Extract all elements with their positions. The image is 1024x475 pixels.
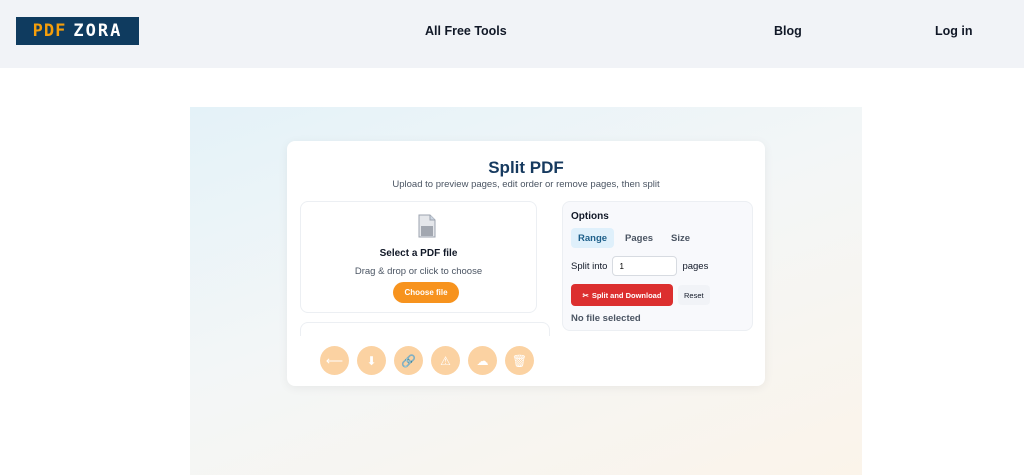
page-title: Split PDF <box>488 158 564 177</box>
logo-zora-text: ZORA <box>73 21 123 41</box>
dropzone-title: Select a PDF file <box>379 248 458 259</box>
options-title: Options <box>571 211 609 222</box>
link-icon[interactable]: 🔗 <box>394 346 423 375</box>
cloud-icon[interactable]: ☁ <box>468 346 497 375</box>
split-and-download-button[interactable]: ✂ Split and Download <box>571 284 673 306</box>
tab-range[interactable]: Range <box>571 228 615 248</box>
reset-button[interactable]: Reset <box>678 285 710 305</box>
split-unit-label: pages <box>682 260 709 272</box>
page-toolbar: ⟵ ⬇ 🔗 ⚠ ☁ 🗑 <box>320 346 534 375</box>
page-preview-area <box>300 322 550 336</box>
split-count-input[interactable] <box>612 256 678 276</box>
page-subtitle: Upload to preview pages, edit order or r… <box>392 179 660 190</box>
scissors-icon: ✂ <box>582 290 589 300</box>
status-text: No file selected <box>571 313 641 324</box>
arrow-left-icon[interactable]: ⟵ <box>320 346 349 375</box>
logo-pdf-text: PDF <box>32 21 67 41</box>
nav-blog[interactable]: Blog <box>774 24 802 38</box>
split-button-label: Split and Download <box>591 290 662 300</box>
warning-icon[interactable]: ⚠ <box>431 346 460 375</box>
trash-icon[interactable]: 🗑 <box>505 346 534 375</box>
dropzone-subtitle: Drag & drop or click to choose <box>354 266 483 277</box>
pdfzora-logo[interactable]: PDF ZORA <box>16 17 139 45</box>
split-into-row: Split into pages <box>571 256 708 276</box>
action-buttons: ✂ Split and Download Reset <box>571 284 710 306</box>
file-dropzone[interactable]: Select a PDF file Drag & drop or click t… <box>300 201 537 313</box>
choose-file-button[interactable]: Choose file <box>393 282 459 303</box>
file-icon <box>418 214 436 238</box>
tab-pages[interactable]: Pages <box>618 228 660 248</box>
nav-all-free-tools[interactable]: All Free Tools <box>425 24 507 38</box>
nav-login[interactable]: Log in <box>935 24 973 38</box>
top-navbar: PDF ZORA All Free Tools Blog Log in <box>0 0 1024 68</box>
split-mode-tabs: Range Pages Size <box>571 228 697 248</box>
split-into-label: Split into <box>571 260 608 272</box>
options-panel: Options Range Pages Size Split into page… <box>562 201 753 331</box>
tab-size[interactable]: Size <box>664 228 697 248</box>
split-pdf-card: Split PDF Upload to preview pages, edit … <box>287 141 765 386</box>
download-icon[interactable]: ⬇ <box>357 346 386 375</box>
